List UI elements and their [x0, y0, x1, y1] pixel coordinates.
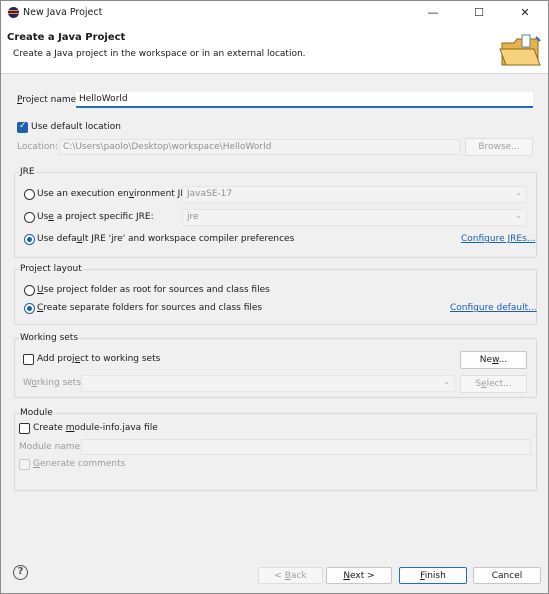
add-to-working-sets-checkbox[interactable] — [23, 354, 34, 365]
execution-environment-label: Use an execution environment JRE: — [37, 189, 196, 199]
working-sets-title: Working sets — [19, 333, 80, 343]
radio-separate-folders[interactable] — [24, 303, 35, 314]
close-button[interactable]: ✕ — [502, 1, 548, 25]
cancel-button[interactable]: Cancel — [473, 567, 541, 584]
jre-group-title: JRE — [19, 167, 36, 177]
chevron-down-icon: ⌄ — [515, 188, 522, 197]
help-icon[interactable]: ? — [13, 565, 28, 580]
execution-environment-value: JavaSE-17 — [187, 189, 233, 199]
page-description: Create a Java project in the workspace o… — [13, 49, 306, 59]
add-to-working-sets-label: Add project to working sets — [37, 354, 161, 364]
use-default-location-label: Use default location — [31, 122, 121, 132]
back-button[interactable]: < Back — [258, 567, 323, 584]
page-title: Create a Java Project — [7, 32, 126, 43]
minimize-button[interactable]: — — [410, 1, 456, 25]
chevron-down-icon: ⌄ — [443, 377, 450, 386]
radio-default-jre[interactable] — [24, 234, 35, 245]
wizard-header: Create a Java Project Create a Java proj… — [1, 25, 548, 74]
radio-specific-jre[interactable] — [24, 212, 35, 223]
create-module-info-label: Create module-info.java file — [33, 423, 158, 433]
radio-project-root[interactable] — [24, 285, 35, 296]
configure-default-link[interactable]: Configure default... — [450, 303, 537, 313]
title-bar: New Java Project — ☐ ✕ — [1, 1, 548, 25]
project-layout-group — [14, 269, 537, 325]
default-jre-label: Use default JRE 'jre' and workspace comp… — [37, 234, 295, 244]
location-label: Location: — [17, 142, 59, 152]
select-working-set-button[interactable]: Select... — [460, 375, 527, 393]
new-java-project-dialog: New Java Project — ☐ ✕ Create a Java Pro… — [0, 0, 549, 594]
chevron-down-icon: ⌄ — [515, 211, 522, 220]
browse-button[interactable]: Browse... — [465, 138, 533, 156]
button-bar: ? < Back Next > Finish Cancel — [1, 551, 548, 593]
radio-execution-environment[interactable] — [24, 189, 35, 200]
project-layout-title: Project layout — [19, 264, 83, 274]
eclipse-icon — [8, 7, 19, 18]
working-sets-label: Working sets: — [23, 378, 85, 388]
window-title: New Java Project — [23, 7, 103, 18]
finish-button[interactable]: Finish — [399, 567, 467, 584]
specific-jre-label: Use a project specific JRE: — [37, 212, 154, 222]
configure-jres-link[interactable]: Configure JREs... — [461, 234, 535, 244]
module-name-input[interactable] — [81, 439, 531, 455]
module-name-label: Module name: — [19, 442, 84, 452]
generate-comments-label: Generate comments — [33, 459, 126, 469]
project-name-input[interactable]: HelloWorld — [76, 92, 533, 108]
specific-jre-select[interactable]: jre ⌄ — [182, 209, 527, 226]
separate-folders-label: Create separate folders for sources and … — [37, 303, 263, 313]
folder-wizard-icon — [499, 34, 541, 66]
working-sets-select[interactable]: ⌄ — [81, 375, 455, 392]
create-module-info-checkbox[interactable] — [19, 423, 30, 434]
use-default-location-checkbox[interactable] — [17, 121, 28, 133]
specific-jre-value: jre — [187, 212, 199, 222]
module-group-title: Module — [19, 408, 54, 418]
project-name-label: Project name: — [17, 95, 80, 105]
maximize-button[interactable]: ☐ — [456, 1, 502, 25]
new-working-set-button[interactable]: New... — [460, 351, 527, 369]
project-root-label: Use project folder as root for sources a… — [37, 285, 270, 295]
generate-comments-checkbox[interactable] — [19, 459, 30, 470]
location-input[interactable]: C:\Users\paolo\Desktop\workspace\HelloWo… — [59, 139, 460, 155]
execution-environment-select[interactable]: JavaSE-17 ⌄ — [182, 186, 527, 203]
next-button[interactable]: Next > — [326, 567, 392, 584]
